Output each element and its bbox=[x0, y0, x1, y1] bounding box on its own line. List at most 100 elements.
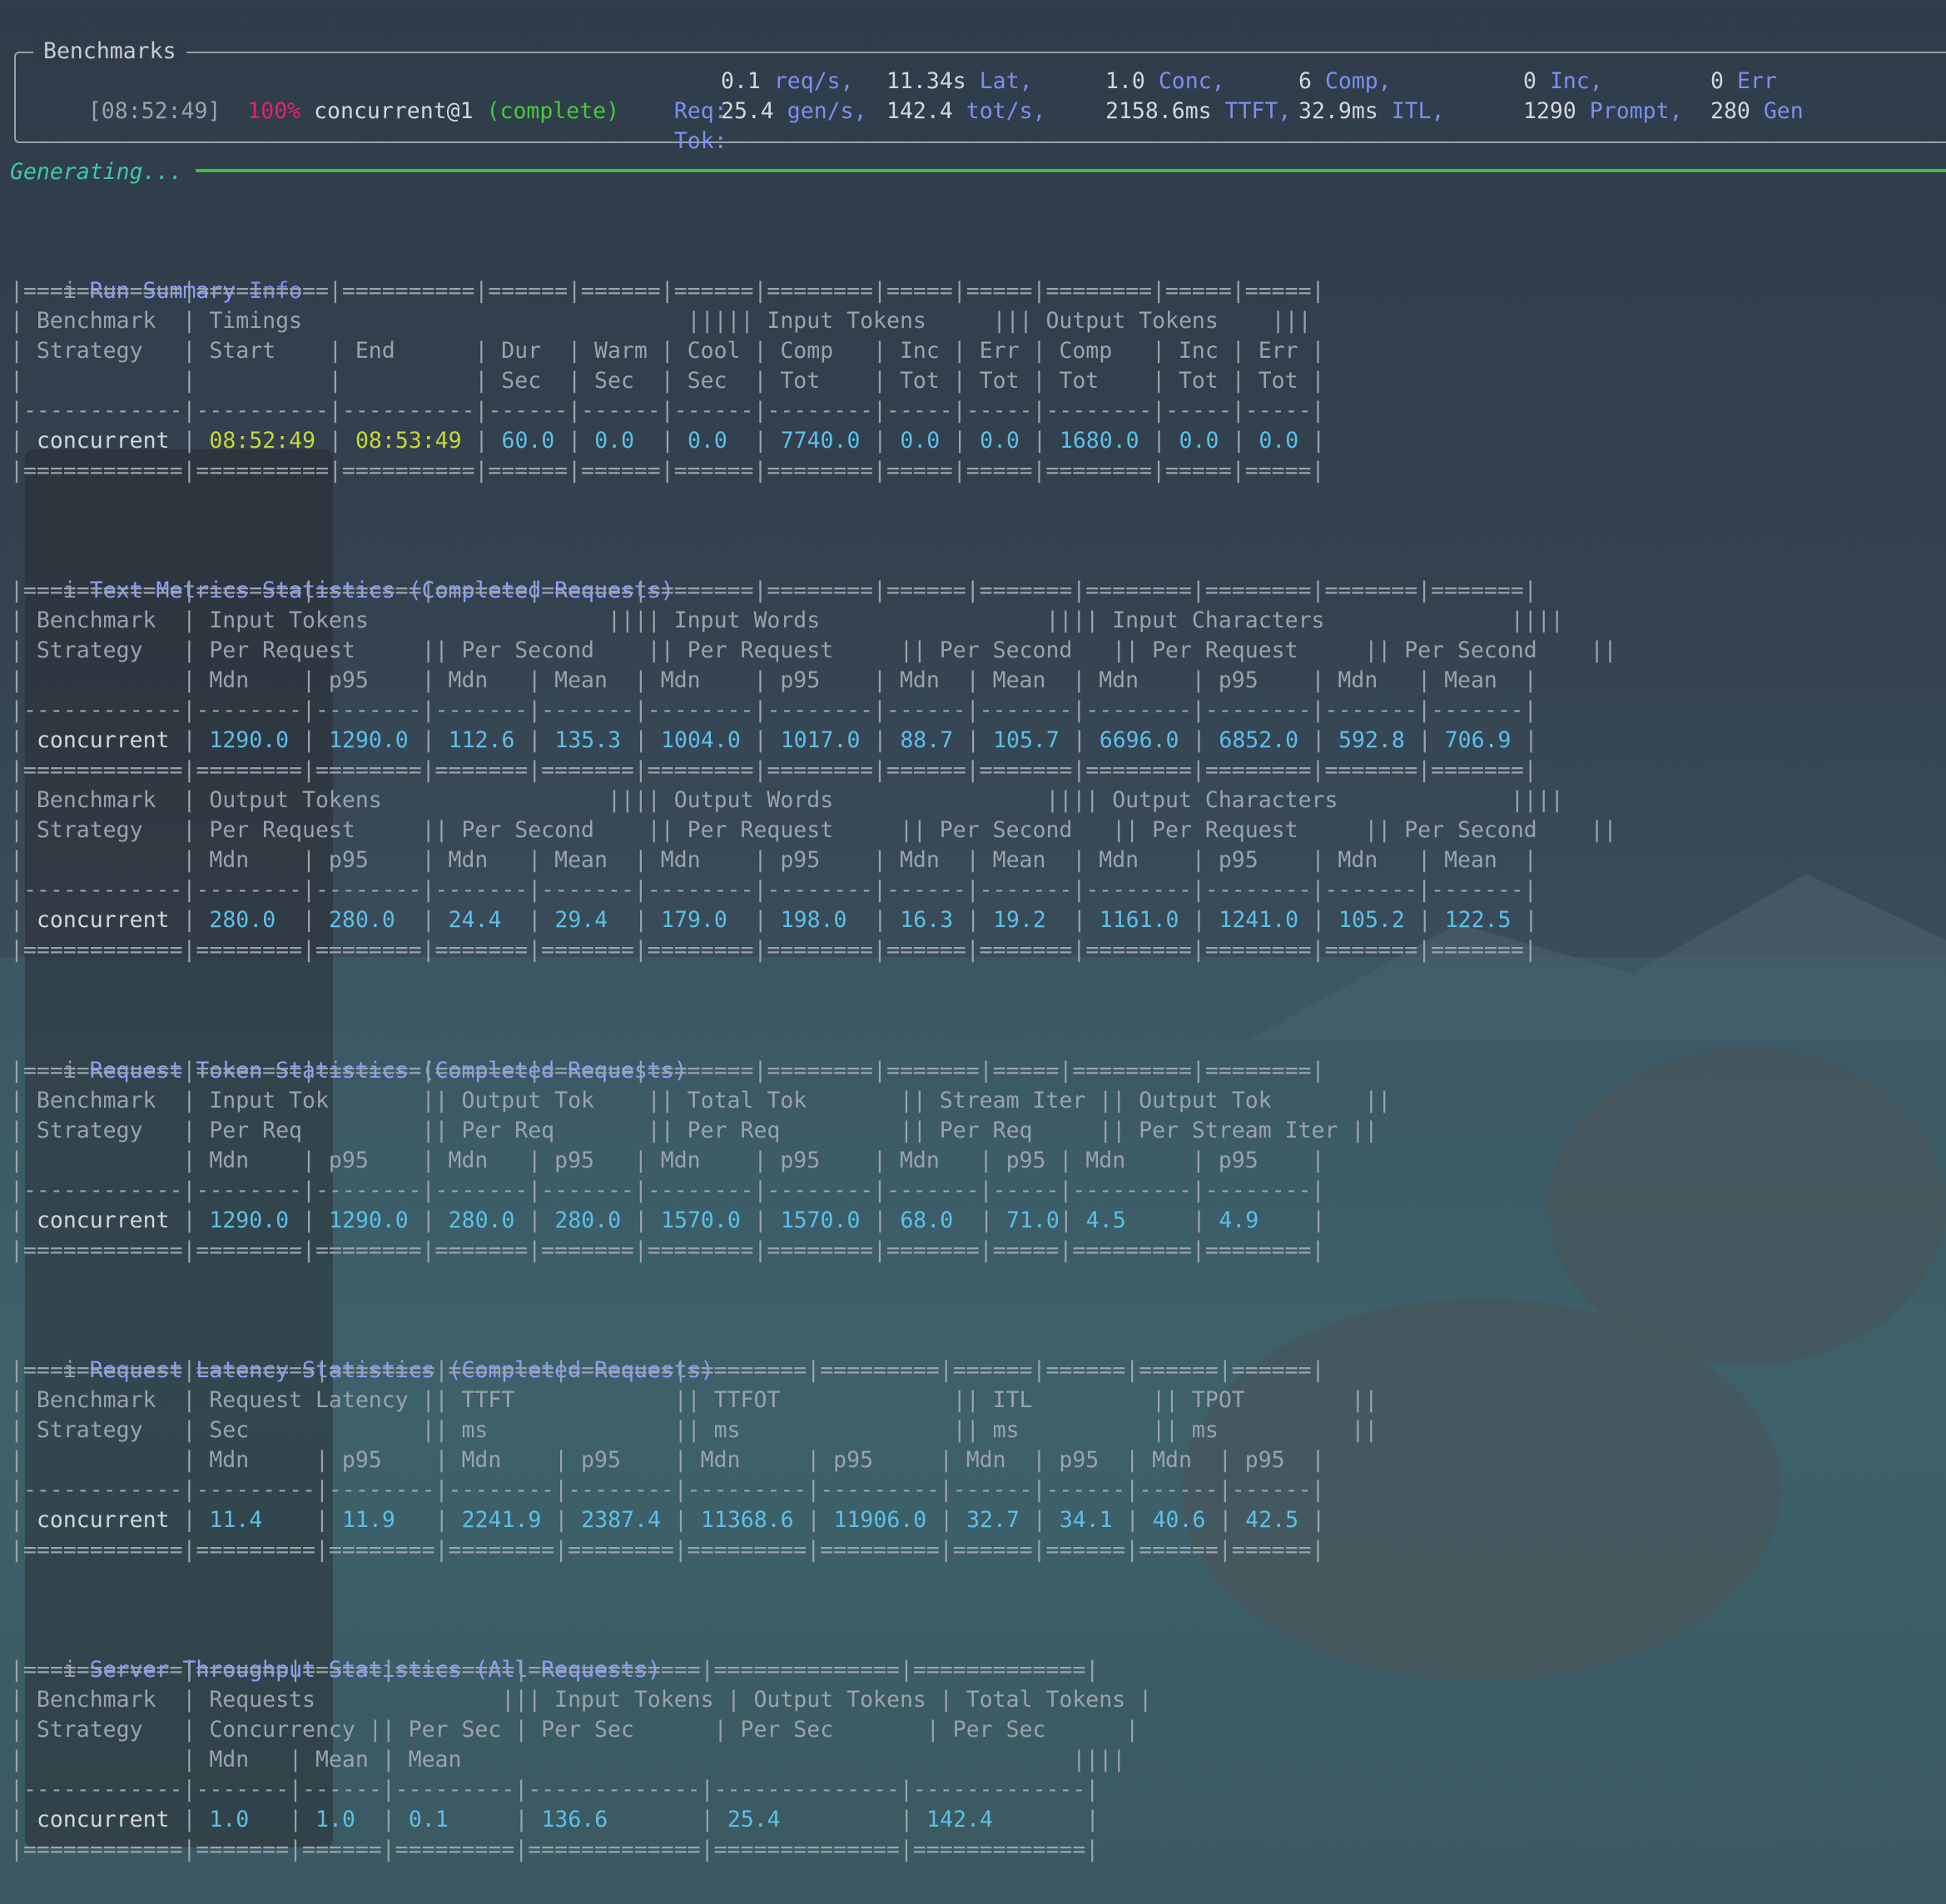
latency-stats-heading: i Request Latency Statistics (Completed … bbox=[10, 1326, 714, 1383]
table-cell: 1570.0 bbox=[780, 1207, 861, 1233]
table-line: |============|=======|======|=========|=… bbox=[10, 1837, 1100, 1862]
table-line: |------------|----------|----------|----… bbox=[10, 398, 1325, 424]
table-line: |------------|---------|--------|-------… bbox=[10, 1477, 1325, 1503]
table-line: |------------|--------|--------|-------|… bbox=[10, 1178, 1325, 1203]
benchmark-name: concurrent@1 bbox=[314, 98, 474, 124]
strategy-cell: concurrent bbox=[36, 428, 170, 454]
table-line: | | Mdn | p95 | Mdn | Mean | Mdn | p95 |… bbox=[10, 847, 1537, 873]
table-cell: 40.6 bbox=[1152, 1507, 1206, 1533]
table-cell: 88.7 bbox=[900, 727, 954, 753]
table-line: | | | | Sec | Sec | Sec | Tot | Tot | To… bbox=[10, 368, 1325, 394]
table-line: | Benchmark | Requests ||| Input Tokens … bbox=[10, 1687, 1153, 1713]
table-line: |------------|-------|------|---------|-… bbox=[10, 1777, 1100, 1802]
table-cell: 4.5 bbox=[1085, 1207, 1126, 1233]
table-line: | Strategy | Per Req || Per Req || Per R… bbox=[10, 1118, 1378, 1143]
table-cell: 2387.4 bbox=[581, 1507, 661, 1533]
table-line: | Strategy | Per Request || Per Second |… bbox=[10, 817, 1617, 843]
table-cell: 280.0 bbox=[554, 1207, 622, 1233]
req-stats-line: Req: bbox=[673, 98, 727, 124]
table-cell: 1.0 bbox=[209, 1807, 250, 1832]
table-cell: 105.2 bbox=[1338, 907, 1405, 933]
table-cell: 0.0 bbox=[1258, 428, 1299, 454]
table-line: |============|========|========|=======|… bbox=[10, 578, 1537, 603]
table-cell: 1680.0 bbox=[1059, 428, 1139, 454]
tok-stats-line: Tok: bbox=[673, 128, 727, 154]
table-row: | concurrent | 1290.0 | 1290.0 | 112.6 |… bbox=[10, 727, 1538, 753]
req-metric: 0 Inc, bbox=[1523, 68, 1603, 94]
run-summary-heading: i Run Summary Info bbox=[10, 246, 302, 304]
table-cell: 0.0 bbox=[594, 428, 635, 454]
table-cell: 179.0 bbox=[661, 907, 727, 933]
table-cell: 135.3 bbox=[554, 727, 622, 753]
token-stats-heading: i Request Token Statistics (Completed Re… bbox=[10, 1026, 688, 1083]
tok-metric: 2158.6ms TTFT, bbox=[1105, 98, 1292, 124]
table-cell: 42.5 bbox=[1245, 1507, 1299, 1533]
status-complete: complete bbox=[499, 98, 607, 124]
table-cell: 1290.0 bbox=[209, 1207, 290, 1233]
progress-line: [08:52:49] 100% concurrent@1 (complete) bbox=[87, 98, 620, 124]
table-cell: 280.0 bbox=[448, 1207, 515, 1233]
table-cell: 08:53:49 bbox=[355, 428, 462, 454]
tok-metric: 142.4 tot/s, bbox=[886, 98, 1046, 124]
terminal-window[interactable]: Benchmarks [08:52:49] 100% concurrent@1 … bbox=[0, 0, 1946, 1904]
table-row: | concurrent | 1290.0 | 1290.0 | 280.0 |… bbox=[10, 1207, 1326, 1233]
table-line: | | Mdn | p95 | Mdn | Mean | Mdn | p95 |… bbox=[10, 667, 1537, 693]
req-metric: 1.0 Conc, bbox=[1105, 68, 1225, 94]
table-cell: 112.6 bbox=[448, 727, 515, 753]
progress-percent: 100% bbox=[247, 98, 301, 124]
table-cell: 280.0 bbox=[329, 907, 395, 933]
table-cell: 11906.0 bbox=[833, 1507, 927, 1533]
table-line: | Strategy | Per Request || Per Second |… bbox=[10, 637, 1617, 663]
tok-metric: 32.9ms ITL, bbox=[1298, 98, 1445, 124]
table-line: | Benchmark | Input Tok || Output Tok ||… bbox=[10, 1088, 1392, 1113]
table-cell: 2241.9 bbox=[461, 1507, 542, 1533]
table-cell: 19.2 bbox=[993, 907, 1046, 933]
table-cell: 11.4 bbox=[209, 1507, 263, 1533]
progress-time: [08:52:49] bbox=[87, 98, 221, 124]
table-cell: 0.0 bbox=[980, 428, 1020, 454]
table-line: |============|==========|==========|====… bbox=[10, 278, 1325, 304]
table-cell: 280.0 bbox=[209, 907, 276, 933]
table-cell: 71.0 bbox=[1006, 1207, 1060, 1233]
table-cell: 706.9 bbox=[1444, 727, 1512, 753]
table-cell: 11.9 bbox=[341, 1507, 395, 1533]
table-cell: 11368.6 bbox=[700, 1507, 794, 1533]
table-cell: 1161.0 bbox=[1099, 907, 1179, 933]
table-cell: 1241.0 bbox=[1219, 907, 1299, 933]
table-cell: 60.0 bbox=[501, 428, 555, 454]
req-metric: 11.34s Lat, bbox=[886, 68, 1033, 94]
table-cell: 6852.0 bbox=[1219, 727, 1299, 753]
table-cell: 1290.0 bbox=[209, 727, 290, 753]
table-cell: 16.3 bbox=[900, 907, 954, 933]
table-line: | Benchmark | Timings ||||| Input Tokens… bbox=[10, 308, 1312, 334]
tok-metric: 1290 Prompt, bbox=[1523, 98, 1683, 124]
table-line: |============|========|========|=======|… bbox=[10, 1058, 1325, 1083]
table-line: |============|========|========|=======|… bbox=[10, 937, 1537, 963]
table-cell: 0.0 bbox=[900, 428, 941, 454]
table-row: | concurrent | 280.0 | 280.0 | 24.4 | 29… bbox=[10, 907, 1538, 933]
table-line: |============|==========|==========|====… bbox=[10, 458, 1325, 483]
table-cell: 1004.0 bbox=[661, 727, 741, 753]
table-line: | Strategy | Concurrency || Per Sec | Pe… bbox=[10, 1717, 1139, 1743]
strategy-cell: concurrent bbox=[36, 1807, 170, 1832]
throughput-stats-heading: i Server Throughput Statistics (All Requ… bbox=[10, 1625, 661, 1683]
table-cell: 29.4 bbox=[554, 907, 608, 933]
strategy-cell: concurrent bbox=[36, 727, 170, 753]
strategy-cell: concurrent bbox=[36, 907, 170, 933]
table-line: |============|=======|======|=========|=… bbox=[10, 1657, 1100, 1683]
table-line: | Benchmark | Output Tokens |||| Output … bbox=[10, 787, 1564, 813]
table-line: | Strategy | Start | End | Dur | Warm | … bbox=[10, 338, 1325, 364]
tok-metric: 25.4 gen/s, bbox=[721, 98, 867, 124]
table-line: | Strategy | Sec || ms || ms || ms || ms… bbox=[10, 1417, 1378, 1443]
table-cell: 1290.0 bbox=[329, 1207, 409, 1233]
strategy-cell: concurrent bbox=[36, 1207, 170, 1233]
table-cell: 0.1 bbox=[408, 1807, 449, 1832]
table-cell: 08:52:49 bbox=[209, 428, 316, 454]
table-cell: 68.0 bbox=[900, 1207, 954, 1233]
req-metric: 0 Err bbox=[1710, 68, 1777, 94]
table-line: | | Mdn | Mean | Mean |||| bbox=[10, 1747, 1126, 1773]
panel-title: Benchmarks bbox=[33, 37, 186, 67]
table-line: | | Mdn | p95 | Mdn | p95 | Mdn | p95 | … bbox=[10, 1148, 1325, 1173]
req-metric: 0.1 req/s, bbox=[721, 68, 854, 94]
table-row: | concurrent | 1.0 | 1.0 | 0.1 | 136.6 |… bbox=[10, 1807, 1100, 1832]
